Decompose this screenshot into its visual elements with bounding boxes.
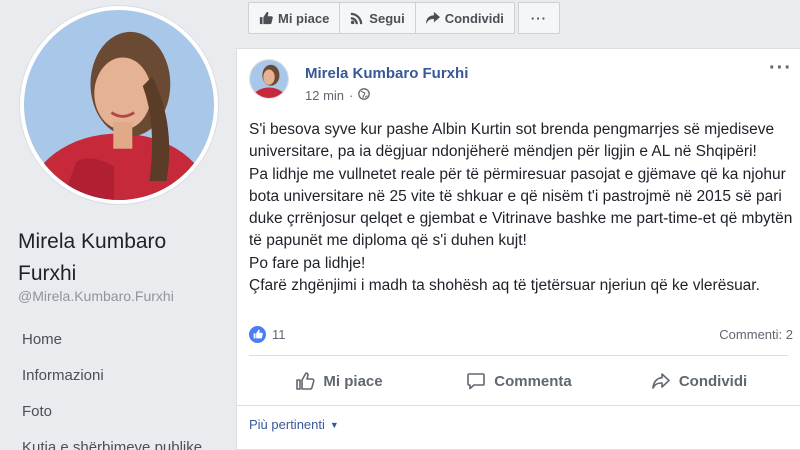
- likes-count[interactable]: 11: [272, 327, 286, 342]
- post-paragraph: Po fare pa lidhje!: [249, 254, 366, 272]
- comment-sort-label: Più pertinenti: [249, 417, 325, 432]
- share-page-button[interactable]: Condividi: [414, 2, 515, 34]
- meta-separator: ·: [349, 88, 354, 103]
- share-post-button[interactable]: Condividi: [609, 363, 789, 399]
- share-arrow-icon: [651, 371, 671, 391]
- post-stats: 11 Commenti: 2: [249, 324, 793, 344]
- profile-photo-icon: [24, 10, 214, 200]
- globe-icon: [358, 88, 371, 103]
- comment-bubble-icon: [466, 371, 486, 391]
- page-title: Mirela Kumbaro Furxhi: [18, 230, 167, 285]
- page-sidebar: Mirela Kumbaro Furxhi @Mirela.Kumbaro.Fu…: [0, 0, 232, 450]
- post-actions: Mi piace Commenta Condividi: [249, 363, 789, 399]
- post-author[interactable]: Mirela Kumbaro Furxhi: [305, 65, 468, 82]
- post-paragraph: S'i besova syve kur pashe Albin Kurtin s…: [249, 121, 775, 161]
- rss-icon: [350, 11, 364, 25]
- post-meta: 12 min ·: [305, 88, 371, 103]
- comment-button[interactable]: Commenta: [429, 363, 609, 399]
- profile-picture[interactable]: [20, 6, 218, 204]
- caret-down-icon: ▼: [329, 419, 339, 430]
- divider: [237, 405, 800, 406]
- sidebar-item-public-services[interactable]: Kutia e shërbimeve publike: [0, 430, 232, 450]
- like-post-label: Mi piace: [323, 372, 383, 390]
- like-reaction-icon[interactable]: [249, 325, 266, 343]
- thumbs-up-outline-icon: [295, 371, 315, 391]
- like-post-button[interactable]: Mi piace: [249, 363, 429, 399]
- sidebar-item-home[interactable]: Home: [0, 322, 232, 358]
- follow-button[interactable]: Segui: [339, 2, 416, 34]
- author-avatar[interactable]: [249, 59, 289, 99]
- share-post-label: Condividi: [678, 372, 748, 390]
- sidebar-item-info[interactable]: Informazioni: [0, 358, 232, 394]
- more-options-button[interactable]: ···: [517, 2, 560, 34]
- avatar-photo-icon: [250, 60, 288, 98]
- like-page-button[interactable]: Mi piace: [248, 2, 341, 34]
- post-options-button[interactable]: ···: [769, 58, 792, 78]
- post-card: Mirela Kumbaro Furxhi 12 min · ··· S'i b…: [236, 48, 800, 450]
- like-page-label: Mi piace: [278, 10, 330, 26]
- page-action-bar: Mi piace Segui Condividi ···: [248, 2, 560, 34]
- follow-label: Segui: [369, 10, 405, 26]
- comment-sort-dropdown[interactable]: Più pertinenti ▼: [249, 417, 339, 432]
- post-body: S'i besova syve kur pashe Albin Kurtin s…: [249, 119, 797, 297]
- post-timestamp[interactable]: 12 min: [305, 88, 344, 103]
- share-page-label: Condividi: [444, 10, 504, 26]
- thumbs-up-icon: [259, 11, 273, 25]
- post-paragraph: Pa lidhje me vullnetet reale për të përm…: [249, 165, 793, 250]
- share-arrow-icon: [425, 11, 440, 25]
- comment-label: Commenta: [494, 372, 572, 390]
- sidebar-item-photos[interactable]: Foto: [0, 394, 232, 430]
- more-dots-icon: ···: [530, 10, 547, 26]
- post-paragraph: Çfarë zhgënjimi i madh ta shohësh aq të …: [249, 277, 760, 295]
- comments-count[interactable]: Commenti: 2: [719, 327, 793, 342]
- page-username[interactable]: @Mirela.Kumbaro.Furxhi: [18, 288, 174, 304]
- sidebar-nav: Home Informazioni Foto Kutia e shërbimev…: [0, 322, 232, 450]
- divider: [249, 355, 788, 356]
